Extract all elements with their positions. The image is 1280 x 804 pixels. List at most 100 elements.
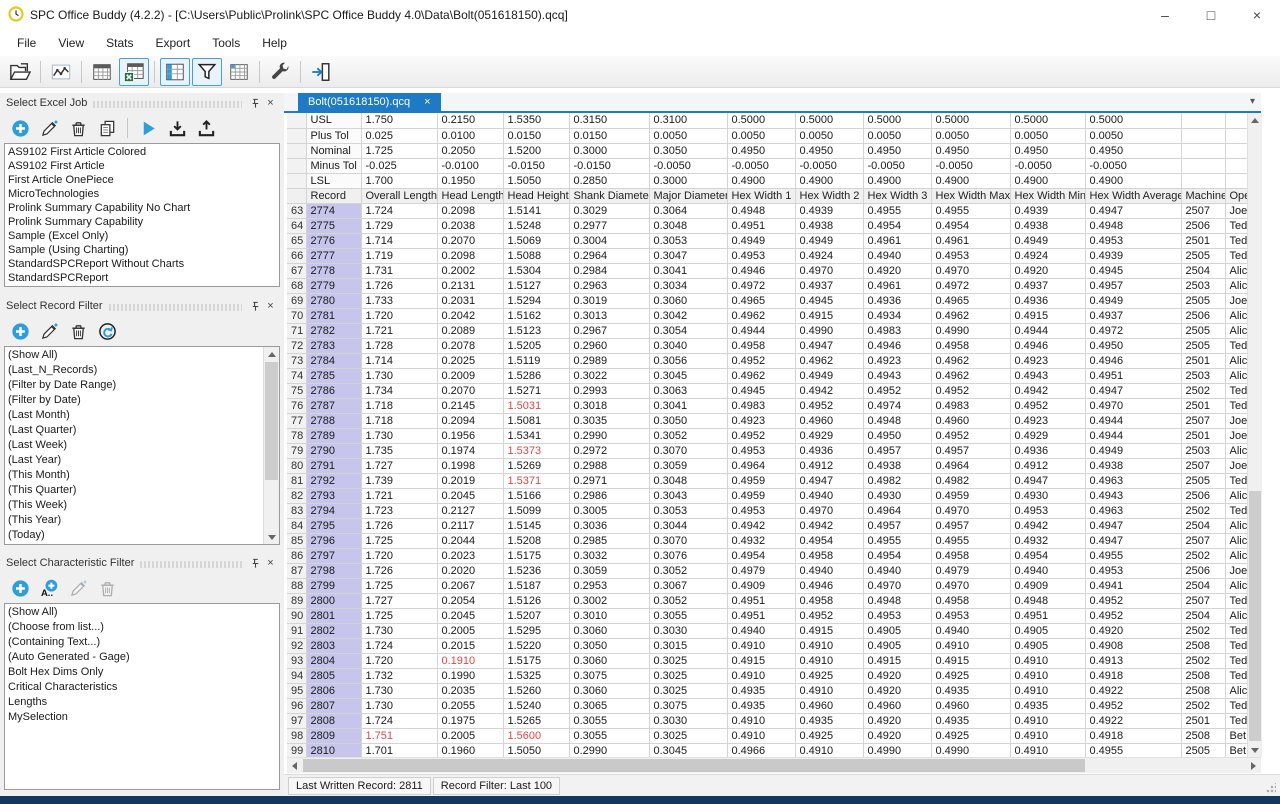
value-cell[interactable]: 1.731: [361, 263, 437, 278]
pin-icon[interactable]: [248, 556, 263, 571]
row-number-cell[interactable]: 70: [287, 308, 306, 323]
value-cell[interactable]: 1.721: [361, 488, 437, 503]
import-icon[interactable]: [167, 118, 187, 138]
value-cell[interactable]: 0.4944: [1085, 428, 1181, 443]
add-icon[interactable]: [10, 118, 30, 138]
value-cell[interactable]: 0.4952: [1085, 593, 1181, 608]
value-cell[interactable]: 1.701: [361, 743, 437, 757]
value-cell[interactable]: 0.2044: [437, 533, 503, 548]
value-cell[interactable]: 0.2986: [569, 488, 649, 503]
value-cell[interactable]: 0.4940: [863, 563, 931, 578]
value-cell[interactable]: 0.4954: [931, 218, 1010, 233]
value-cell[interactable]: 0.4955: [863, 533, 931, 548]
value-cell[interactable]: 0.4982: [863, 473, 931, 488]
row-number-cell[interactable]: 67: [287, 263, 306, 278]
table-row[interactable]: 7927901.7350.19741.53730.29720.30700.495…: [287, 443, 1247, 458]
table-row[interactable]: 9628071.7300.20551.52400.30650.30750.493…: [287, 698, 1247, 713]
value-cell[interactable]: 0.3022: [569, 368, 649, 383]
record-cell[interactable]: 2802: [306, 623, 361, 638]
value-cell[interactable]: 0.4964: [727, 458, 795, 473]
value-cell[interactable]: 0.4942: [1010, 383, 1085, 398]
value-cell[interactable]: 0.4962: [931, 368, 1010, 383]
machine-cell[interactable]: 2505: [1181, 473, 1225, 488]
machine-cell[interactable]: 2507: [1181, 593, 1225, 608]
value-cell[interactable]: 0.4938: [863, 458, 931, 473]
value-cell[interactable]: 0.4953: [1085, 233, 1181, 248]
record-cell[interactable]: 2798: [306, 563, 361, 578]
grid-cell-icon[interactable]: [224, 58, 254, 86]
value-cell[interactable]: 0.4940: [1010, 563, 1085, 578]
value-cell[interactable]: 0.3055: [569, 728, 649, 743]
value-cell[interactable]: 0.4958: [795, 593, 863, 608]
value-cell[interactable]: 0.2020: [437, 563, 503, 578]
record-cell[interactable]: 2796: [306, 533, 361, 548]
value-cell[interactable]: 0.3052: [649, 593, 727, 608]
value-cell[interactable]: 0.4953: [727, 443, 795, 458]
value-cell[interactable]: 0.4935: [795, 713, 863, 728]
row-number-cell[interactable]: 64: [287, 218, 306, 233]
table-row[interactable]: 7227831.7280.20781.52050.29600.30400.495…: [287, 338, 1247, 353]
value-cell[interactable]: 0.4905: [863, 638, 931, 653]
value-cell[interactable]: 0.4923: [727, 413, 795, 428]
value-cell[interactable]: 0.4912: [1010, 458, 1085, 473]
machine-cell[interactable]: 2501: [1181, 713, 1225, 728]
record-cell[interactable]: 2778: [306, 263, 361, 278]
value-cell[interactable]: 0.4964: [863, 503, 931, 518]
value-cell[interactable]: 0.4938: [1010, 218, 1085, 233]
operator-cell[interactable]: Alic: [1225, 548, 1247, 563]
value-cell[interactable]: 0.4963: [1085, 473, 1181, 488]
table-row[interactable]: 9428051.7320.19901.53250.30750.30250.491…: [287, 668, 1247, 683]
pin-icon[interactable]: [248, 96, 263, 111]
machine-cell[interactable]: 2505: [1181, 743, 1225, 757]
menu-item-export[interactable]: Export: [145, 32, 202, 54]
value-cell[interactable]: 0.4915: [1010, 308, 1085, 323]
value-cell[interactable]: 1.5248: [503, 218, 569, 233]
value-cell[interactable]: 0.4940: [727, 623, 795, 638]
exit-door-icon[interactable]: [306, 58, 336, 86]
value-cell[interactable]: 0.4952: [727, 353, 795, 368]
value-cell[interactable]: 0.3032: [569, 548, 649, 563]
value-cell[interactable]: 0.4953: [727, 248, 795, 263]
value-cell[interactable]: 1.5123: [503, 323, 569, 338]
value-cell[interactable]: 1.5081: [503, 413, 569, 428]
value-cell[interactable]: 0.4936: [863, 293, 931, 308]
value-cell[interactable]: 0.3060: [569, 653, 649, 668]
value-cell[interactable]: 0.2977: [569, 218, 649, 233]
value-cell[interactable]: 1.5304: [503, 263, 569, 278]
value-cell[interactable]: 0.4982: [931, 473, 1010, 488]
record-cell[interactable]: 2781: [306, 308, 361, 323]
value-cell[interactable]: 0.4910: [795, 683, 863, 698]
value-cell[interactable]: 1.714: [361, 233, 437, 248]
value-cell[interactable]: 1.5269: [503, 458, 569, 473]
value-cell[interactable]: 1.5207: [503, 608, 569, 623]
value-cell[interactable]: 1.5260: [503, 683, 569, 698]
value-cell[interactable]: 0.2025: [437, 353, 503, 368]
list-item[interactable]: Sample (Using Charting): [8, 243, 279, 257]
table-row[interactable]: 9128021.7300.20051.52950.30600.30300.494…: [287, 623, 1247, 638]
value-cell[interactable]: 0.4929: [1010, 428, 1085, 443]
filter-funnel-icon[interactable]: [192, 58, 222, 86]
value-cell[interactable]: 0.4979: [931, 563, 1010, 578]
value-cell[interactable]: 0.4947: [795, 338, 863, 353]
settings-wrench-icon[interactable]: [265, 58, 295, 86]
value-cell[interactable]: 0.4937: [795, 278, 863, 293]
value-cell[interactable]: 0.4910: [931, 638, 1010, 653]
machine-cell[interactable]: 2505: [1181, 248, 1225, 263]
run-job-icon[interactable]: [138, 118, 158, 138]
value-cell[interactable]: 0.4957: [863, 518, 931, 533]
row-number-cell[interactable]: 87: [287, 563, 306, 578]
table-row[interactable]: 8227931.7210.20451.51660.29860.30430.495…: [287, 488, 1247, 503]
list-item[interactable]: AS9102 First Article Colored: [8, 145, 279, 159]
column-header[interactable]: Record: [306, 188, 361, 203]
operator-cell[interactable]: Ted: [1225, 473, 1247, 488]
record-cell[interactable]: 2789: [306, 428, 361, 443]
value-cell[interactable]: 0.4935: [931, 683, 1010, 698]
value-cell[interactable]: 0.4954: [727, 548, 795, 563]
table-row[interactable]: 6527761.7140.20701.50690.30040.30530.494…: [287, 233, 1247, 248]
value-cell[interactable]: 0.3025: [649, 653, 727, 668]
table-row[interactable]: 7827891.7300.19561.53410.29900.30520.495…: [287, 428, 1247, 443]
edit-icon[interactable]: [39, 118, 59, 138]
value-cell[interactable]: 0.4961: [863, 233, 931, 248]
value-cell[interactable]: 0.1975: [437, 713, 503, 728]
row-number-cell[interactable]: 95: [287, 683, 306, 698]
